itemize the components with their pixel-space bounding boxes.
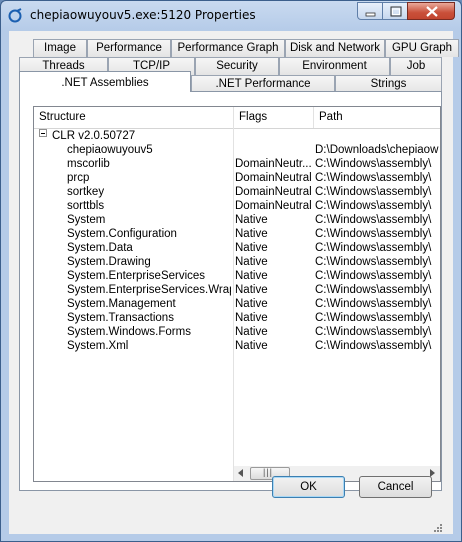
assembly-name: System.Data	[67, 242, 133, 254]
assembly-flags: Native	[235, 256, 268, 268]
assembly-flags: DomainNeutral	[235, 200, 311, 212]
assembly-flags: Native	[235, 340, 268, 352]
assembly-path: C:\Windows\assembly\	[315, 256, 432, 268]
tree-row[interactable]: System.Data Native C:\Windows\assembly\	[34, 241, 440, 255]
close-button[interactable]	[407, 2, 455, 20]
tree-row[interactable]: System.EnterpriseServices Native C:\Window…	[34, 269, 440, 283]
tab-performance[interactable]: Performance	[87, 39, 171, 57]
assembly-name: System.EnterpriseServices	[67, 270, 206, 282]
assembly-path: C:\Windows\assembly\	[315, 312, 432, 324]
tree-row[interactable]: System Native C:\Windows\assembly\	[34, 213, 440, 227]
close-icon	[426, 6, 438, 17]
assembly-name: System.Windows.Forms	[67, 326, 191, 338]
assembly-path: C:\Windows\assembly\	[315, 284, 432, 296]
column-structure[interactable]: Structure	[34, 107, 233, 128]
tab-job[interactable]: Job	[390, 57, 442, 75]
assembly-flags: DomainNeutral	[235, 186, 311, 198]
assembly-path: C:\Windows\assembly\	[315, 186, 432, 198]
assembly-flags: Native	[235, 284, 268, 296]
tree-row[interactable]: System.Transactions Native C:\Windows\asse…	[34, 311, 440, 325]
maximize-button[interactable]	[382, 2, 408, 20]
assembly-name: System.Drawing	[67, 256, 151, 268]
assembly-name: chepiaowuyouv5	[67, 144, 153, 156]
tree-row[interactable]: mscorlib DomainNeutr... C:\Windows\assembl…	[34, 157, 440, 171]
properties-window: chepiaowuyouv5.exe:5120 Properties Image…	[0, 0, 462, 542]
tab-image[interactable]: Image	[33, 39, 87, 57]
process-icon	[8, 8, 22, 23]
tree-row[interactable]: sortkey DomainNeutral C:\Windows\assembly\	[34, 185, 440, 199]
title-bar[interactable]: chepiaowuyouv5.exe:5120 Properties	[1, 1, 461, 31]
assembly-name: System	[67, 214, 106, 226]
tab-environment[interactable]: Environment	[279, 57, 390, 75]
tree-row[interactable]: System.Drawing Native C:\Windows\assembly\	[34, 255, 440, 269]
assembly-name: System.Configuration	[67, 228, 177, 240]
tree-row[interactable]: prcp DomainNeutral C:\Windows\assembly\	[34, 171, 440, 185]
tree-row[interactable]: chepiaowuyouv5 D:\Downloads\chepiaow	[34, 143, 440, 157]
assembly-name: System.Xml	[67, 340, 129, 352]
assembly-path: C:\Windows\assembly\	[315, 298, 432, 310]
assembly-path: C:\Windows\assembly\	[315, 158, 432, 170]
assembly-name: prcp	[67, 172, 90, 184]
assembly-tree[interactable]: Structure Flags Path CLR v2.0.50727 chep…	[33, 106, 441, 482]
window-title: chepiaowuyouv5.exe:5120 Properties	[30, 8, 256, 22]
ok-button[interactable]: OK	[272, 476, 345, 498]
maximize-icon	[390, 6, 402, 17]
tree-row[interactable]: System.Windows.Forms Native C:\Windows\ass…	[34, 325, 440, 339]
tab-disk-and-network[interactable]: Disk and Network	[285, 39, 385, 57]
root-label: CLR v2.0.50727	[52, 130, 136, 142]
assembly-path: C:\Windows\assembly\	[315, 228, 432, 240]
cancel-button[interactable]: Cancel	[359, 476, 432, 498]
assembly-flags: Native	[235, 312, 268, 324]
tab-gpu-graph[interactable]: GPU Graph	[385, 39, 459, 57]
assembly-path: D:\Downloads\chepiaow	[315, 144, 439, 156]
assembly-flags: DomainNeutral	[235, 172, 311, 184]
scroll-left-icon[interactable]	[238, 469, 243, 477]
assembly-flags: Native	[235, 242, 268, 254]
assembly-flags: Native	[235, 270, 268, 282]
assembly-name: sorttbls	[67, 200, 105, 212]
tab-net-assemblies[interactable]: .NET Assemblies	[19, 71, 191, 92]
assembly-path: C:\Windows\assembly\	[315, 340, 432, 352]
assembly-path: C:\Windows\assembly\	[315, 214, 432, 226]
tree-row[interactable]: System.Xml Native C:\Windows\assembly\	[34, 339, 440, 353]
assembly-path: C:\Windows\assembly\	[315, 172, 432, 184]
tab-performance-graph[interactable]: Performance Graph	[171, 39, 285, 57]
assembly-path: C:\Windows\assembly\	[315, 326, 432, 338]
column-flags[interactable]: Flags	[234, 107, 314, 128]
column-path[interactable]: Path	[314, 107, 440, 128]
tree-row[interactable]: sorttbls DomainNeutral C:\Windows\assembly…	[34, 199, 440, 213]
assembly-name: System.Transactions	[67, 312, 174, 324]
tree-root-row[interactable]: CLR v2.0.50727	[34, 129, 440, 143]
assembly-name: sortkey	[67, 186, 105, 198]
tree-row[interactable]: System.Management Native C:\Windows\assemb…	[34, 297, 440, 311]
assembly-flags: Native	[235, 326, 268, 338]
resize-grip-icon[interactable]	[433, 523, 443, 533]
assembly-path: C:\Windows\assembly\	[315, 242, 432, 254]
column-header: Structure Flags Path	[34, 107, 440, 129]
tree-row[interactable]: System.Configuration Native C:\Windows\ass…	[34, 227, 440, 241]
minimize-icon	[365, 12, 376, 17]
assembly-path: C:\Windows\assembly\	[315, 200, 432, 212]
column-divider[interactable]	[313, 107, 314, 128]
assembly-flags: Native	[235, 228, 268, 240]
assembly-path: C:\Windows\assembly\	[315, 270, 432, 282]
collapse-icon[interactable]	[39, 129, 47, 137]
tab-security[interactable]: Security	[195, 57, 279, 75]
assembly-flags: Native	[235, 214, 268, 226]
assembly-name: System.EnterpriseServices.Wrap...	[67, 284, 231, 296]
assembly-name: System.Management	[67, 298, 176, 310]
assembly-flags: DomainNeutr...	[235, 158, 311, 170]
tree-row[interactable]: System.EnterpriseServices.Wrap... Native C…	[34, 283, 440, 297]
assembly-name: mscorlib	[67, 158, 110, 170]
assembly-flags: Native	[235, 298, 268, 310]
minimize-button[interactable]	[357, 2, 383, 20]
